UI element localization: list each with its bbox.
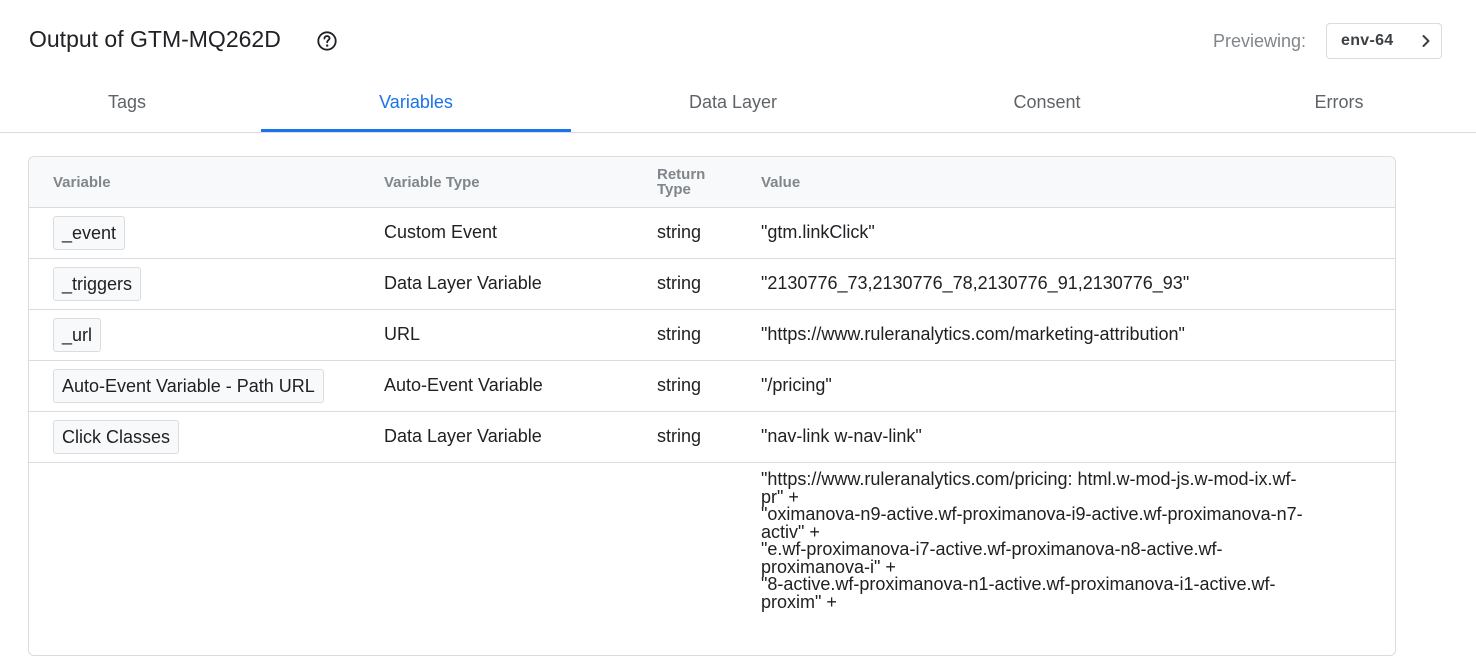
help-circle-icon[interactable]: [316, 30, 338, 52]
variable-name-chip: Click Classes: [53, 420, 180, 454]
return-type-cell: string: [657, 426, 702, 446]
variable-type-cell: URL: [384, 324, 421, 344]
column-header-variable: Variable: [53, 174, 111, 191]
previewing-label: Previewing:: [1213, 31, 1307, 51]
column-header-variable-type: Variable Type: [384, 174, 480, 191]
tab-bar: Tags Variables Data Layer Consent Errors: [0, 84, 1476, 133]
return-type-cell: string: [657, 324, 702, 344]
variable-name-chip: Auto-Event Variable - Path URL: [53, 369, 324, 403]
column-header-return-type: Return Type: [657, 166, 706, 198]
environment-selector-button[interactable]: env-64: [1326, 23, 1442, 59]
value-cell: "https://www.ruleranalytics.com/pricing:…: [761, 469, 1303, 612]
value-cell: "/pricing": [761, 375, 832, 395]
value-cell: "2130776_73,2130776_78,2130776_91,213077…: [761, 273, 1190, 293]
variable-type-cell: Data Layer Variable: [384, 273, 542, 293]
tab-consent[interactable]: Consent: [892, 84, 1202, 131]
tab-errors[interactable]: Errors: [1206, 84, 1472, 131]
active-tab-indicator: [261, 129, 571, 132]
column-header-value: Value: [761, 174, 801, 191]
variable-name-chip: _url: [53, 318, 102, 352]
page-header: Output of GTM-MQ262D Previewing: env-64: [0, 0, 1476, 84]
table-row[interactable]: Click Classes Data Layer Variable string…: [29, 412, 1395, 463]
variable-type-cell: Custom Event: [384, 222, 498, 242]
table-row[interactable]: Auto-Event Variable - Path URL Auto-Even…: [29, 361, 1395, 412]
variables-table: Variable Variable Type Return Type Value…: [28, 156, 1396, 656]
return-type-cell: string: [657, 222, 702, 242]
variable-name-chip: _event: [53, 216, 126, 250]
tab-data-layer[interactable]: Data Layer: [578, 84, 888, 131]
variable-type-cell: Auto-Event Variable: [384, 375, 543, 395]
table-row[interactable]: _url URL string "https://www.ruleranalyt…: [29, 310, 1395, 361]
tab-tags[interactable]: Tags: [0, 84, 254, 131]
value-cell: "gtm.linkClick": [761, 222, 875, 242]
chevron-right-icon: [1422, 35, 1430, 47]
table-row[interactable]: _event Custom Event string "gtm.linkClic…: [29, 208, 1395, 259]
environment-label: env-64: [1341, 32, 1394, 49]
return-type-cell: string: [657, 375, 702, 395]
tab-variables[interactable]: Variables: [261, 84, 571, 132]
value-cell: "nav-link w-nav-link": [761, 426, 922, 446]
page-title: Output of GTM-MQ262D: [29, 26, 281, 52]
table-row[interactable]: "https://www.ruleranalytics.com/pricing:…: [29, 463, 1395, 655]
return-type-cell: string: [657, 273, 702, 293]
variable-name-chip: _triggers: [53, 267, 142, 301]
table-row[interactable]: _triggers Data Layer Variable string "21…: [29, 259, 1395, 310]
value-cell: "https://www.ruleranalytics.com/marketin…: [761, 324, 1185, 344]
table-header: Variable Variable Type Return Type Value: [29, 157, 1395, 208]
variable-type-cell: Data Layer Variable: [384, 426, 542, 446]
